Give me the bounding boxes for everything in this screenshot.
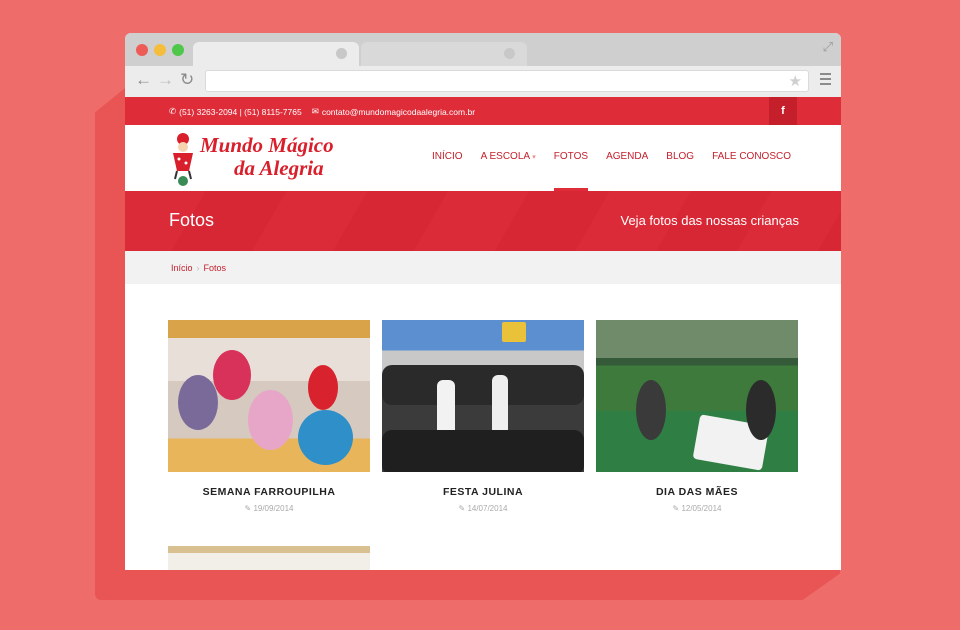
browser-toolbar: ← → ↻ ★ <box>125 66 841 97</box>
album-date-text: 14/07/2014 <box>467 504 508 513</box>
address-bar[interactable]: ★ <box>205 70 809 92</box>
album-photo[interactable] <box>382 320 584 472</box>
email-text[interactable]: contato@mundomagicodaalegria.com.br <box>322 107 475 117</box>
album-title[interactable]: FESTA JULINA <box>382 486 584 498</box>
page-title: Fotos <box>169 210 215 230</box>
nav-a-escola-label: A ESCOLA <box>480 151 530 162</box>
album-date: ✎ 12/05/2014 <box>596 504 798 513</box>
tab-close-icon[interactable] <box>336 48 347 59</box>
close-window-button[interactable] <box>136 44 148 56</box>
minimize-window-button[interactable] <box>154 44 166 56</box>
maximize-window-button[interactable] <box>172 44 184 56</box>
page-banner: Fotos Veja fotos das nossas crianças <box>125 191 841 251</box>
page-subtitle: Veja fotos das nossas crianças <box>620 213 800 228</box>
logo-line-2: da Alegria <box>234 156 324 180</box>
phone-text: (51) 3263-2094 | (51) 8115-7765 <box>179 106 302 117</box>
facebook-button[interactable]: f <box>769 97 797 125</box>
phone-info: ✆ (51) 3263-2094 | (51) 8115-7765 <box>169 106 302 117</box>
browser-menu-icon[interactable] <box>820 73 831 88</box>
phone-icon: ✆ <box>169 106 177 116</box>
main-nav: INÍCIO A ESCOLA ▾ FOTOS AGENDA BLOG FALE… <box>432 151 791 191</box>
nav-fale-conosco[interactable]: FALE CONOSCO <box>712 151 791 162</box>
nav-blog[interactable]: BLOG <box>666 151 694 162</box>
nav-agenda[interactable]: AGENDA <box>606 151 648 162</box>
tag-icon: ✎ <box>458 504 466 513</box>
nav-a-escola[interactable]: A ESCOLA ▾ <box>481 151 536 162</box>
breadcrumb-current: Fotos <box>203 263 227 273</box>
album-title[interactable]: SEMANA FARROUPILHA <box>168 486 370 498</box>
album-date-text: 19/09/2014 <box>253 504 294 513</box>
nav-inicio[interactable]: INÍCIO <box>432 151 463 162</box>
tag-icon: ✎ <box>672 504 680 513</box>
bookmark-star-icon[interactable]: ★ <box>789 72 802 90</box>
site-topbar: ✆ (51) 3263-2094 | (51) 8115-7765 ✉ cont… <box>125 97 841 125</box>
back-arrow-icon[interactable]: ← <box>135 70 152 90</box>
browser-tab[interactable] <box>361 42 527 66</box>
envelope-icon: ✉ <box>311 106 319 116</box>
album-date-text: 12/05/2014 <box>681 504 722 513</box>
album-card[interactable]: DIA DAS MÃES ✎ 12/05/2014 <box>596 320 798 513</box>
fullscreen-icon[interactable]: ⤢ <box>823 39 833 55</box>
album-photo[interactable] <box>168 546 370 570</box>
breadcrumb-separator: › <box>196 263 200 273</box>
album-card[interactable]: FESTA JULINA ✎ 14/07/2014 <box>382 320 584 513</box>
logo-text: Mundo Mágico da Alegria <box>200 134 334 180</box>
album-title[interactable]: DIA DAS MÃES <box>596 486 798 498</box>
album-date: ✎ 19/09/2014 <box>168 504 370 513</box>
forward-arrow-icon[interactable]: → <box>157 70 174 90</box>
reload-icon[interactable]: ↻ <box>180 70 194 90</box>
breadcrumb: Início › Fotos <box>125 251 841 284</box>
clown-mascot-icon <box>173 133 193 186</box>
contact-info: ✆ (51) 3263-2094 | (51) 8115-7765 ✉ cont… <box>169 106 475 117</box>
tag-icon: ✎ <box>244 504 252 513</box>
site-header: Mundo Mágico da Alegria INÍCIO A ESCOLA … <box>125 125 841 191</box>
site-logo[interactable]: Mundo Mágico da Alegria <box>169 131 359 187</box>
logo-line-1: Mundo Mágico <box>200 133 334 157</box>
browser-chrome: ⤢ ← → ↻ ★ <box>125 33 841 97</box>
album-date: ✎ 14/07/2014 <box>382 504 584 513</box>
nav-fotos[interactable]: FOTOS <box>553 151 589 191</box>
album-card[interactable] <box>168 546 370 570</box>
chevron-down-icon: ▾ <box>532 154 536 161</box>
breadcrumb-home[interactable]: Início <box>171 263 193 273</box>
album-photo[interactable] <box>596 320 798 472</box>
tab-close-icon[interactable] <box>504 48 515 59</box>
album-photo[interactable] <box>168 320 370 472</box>
browser-tab-active[interactable] <box>193 42 359 66</box>
email-info[interactable]: ✉ contato@mundomagicodaalegria.com.br <box>312 106 475 117</box>
album-card[interactable]: SEMANA FARROUPILHA ✎ 19/09/2014 <box>168 320 370 513</box>
